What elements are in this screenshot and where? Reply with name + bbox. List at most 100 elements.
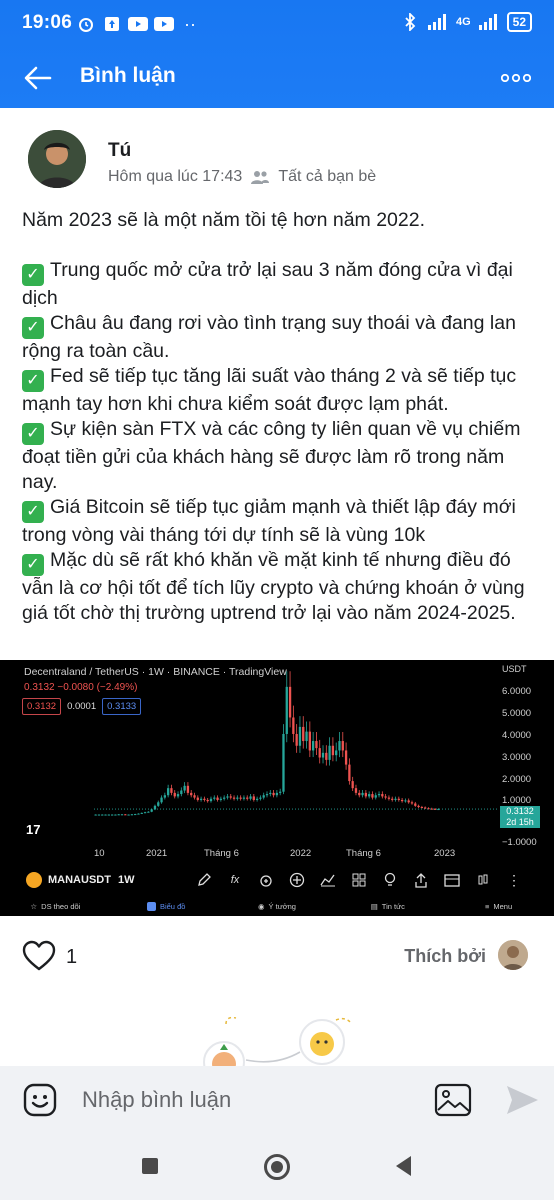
tradingview-logo-icon: 17: [26, 822, 40, 837]
candle-body: [315, 741, 318, 749]
chart-nav-menu[interactable]: ≡ Menu: [443, 896, 554, 916]
grid-icon[interactable]: [349, 870, 369, 890]
candle-body: [140, 812, 143, 814]
author-name[interactable]: Tú: [108, 140, 131, 162]
post-point: ✓ Giá Bitcoin sẽ tiếp tục giảm mạnh và th…: [22, 496, 516, 546]
candle-body: [107, 814, 110, 816]
candle-body: [374, 795, 377, 798]
home-button[interactable]: [264, 1154, 290, 1180]
check-icon: ✓: [22, 554, 44, 576]
emoji-icon[interactable]: [22, 1082, 58, 1118]
author-avatar[interactable]: [28, 130, 86, 188]
candle-body: [239, 797, 242, 799]
chart-nav-chart[interactable]: Biểu đồ: [111, 896, 222, 916]
post-point: ✓ Fed sẽ tiếp tục tăng lãi suất vào tháng…: [22, 365, 517, 415]
candle-body: [219, 798, 223, 800]
send-icon[interactable]: [504, 1082, 540, 1118]
chart-symbol[interactable]: MANAUSDT: [48, 874, 111, 886]
share-icon[interactable]: [411, 870, 431, 890]
chart-plot: 17: [26, 671, 498, 837]
y-tick: 4.0000: [502, 730, 532, 741]
status-time: 19:06: [22, 12, 73, 33]
candle-body: [338, 741, 341, 751]
chart-interval[interactable]: 1W: [118, 874, 135, 886]
candle-body: [193, 795, 196, 798]
candle-body: [206, 799, 209, 802]
candle-icon[interactable]: [473, 870, 493, 890]
menu-icon: ≡: [485, 901, 490, 911]
candle-body: [134, 814, 137, 816]
reaction-row: 1 Thích bởi: [0, 926, 554, 988]
like-count[interactable]: 1: [66, 946, 77, 969]
candle-body: [420, 807, 424, 809]
candle-body: [259, 797, 262, 799]
candle-body: [242, 797, 246, 799]
post-time: Hôm qua lúc 17:43: [108, 168, 243, 185]
candle-body: [190, 792, 193, 796]
candle-body: [381, 794, 384, 797]
status-left-icons: ··: [76, 14, 200, 34]
heart-icon[interactable]: [22, 940, 56, 972]
candle-body: [166, 788, 170, 796]
candle-body: [170, 788, 173, 793]
check-icon: ✓: [22, 264, 44, 286]
more-options-button[interactable]: [496, 58, 536, 98]
candle-body: [351, 781, 354, 789]
post-audience: Tất cả bạn bè: [278, 168, 377, 185]
more-vertical-icon[interactable]: ⋮: [504, 870, 524, 890]
candle-body: [114, 814, 117, 816]
liker-avatar[interactable]: [498, 940, 528, 970]
candle-body: [236, 797, 239, 799]
candle-body: [394, 798, 397, 800]
comment-bar: [0, 1066, 554, 1134]
check-icon: ✓: [22, 423, 44, 445]
lightbulb-icon[interactable]: [380, 870, 400, 890]
candle-body: [183, 785, 186, 791]
x-tick: 10: [94, 848, 105, 859]
fx-icon[interactable]: fx: [225, 870, 245, 890]
chart-nav-watchlist[interactable]: ☆ DS theo dõi: [0, 896, 111, 916]
post-point: ✓ Châu âu đang rơi vào tình trạng suy tho…: [22, 312, 516, 362]
post-image-chart[interactable]: Decentraland / TetherUS · 1W · BINANCE ·…: [0, 660, 554, 916]
candle-body: [160, 797, 163, 803]
candle-body: [433, 808, 437, 810]
candle-body: [410, 802, 414, 804]
alarm-plus-icon[interactable]: [256, 870, 276, 890]
candle-body: [325, 752, 328, 760]
chart-nav-ideas[interactable]: ◉ Ý tưởng: [222, 896, 333, 916]
recents-button[interactable]: [142, 1158, 158, 1174]
pencil-icon[interactable]: [194, 870, 214, 890]
chart-nav-news[interactable]: ▤ Tin tức: [332, 896, 443, 916]
system-back-button[interactable]: [396, 1156, 411, 1176]
candle-body: [288, 686, 292, 718]
candle-body: [265, 794, 269, 796]
comment-input[interactable]: [82, 1084, 412, 1116]
candle-body: [344, 750, 348, 765]
candle-body: [137, 813, 140, 815]
chart-type-icon[interactable]: [318, 870, 338, 890]
candle-body: [367, 794, 371, 797]
post-point: ✓ Trung quốc mở cửa trở lại sau 3 năm đón…: [22, 259, 513, 309]
candle-body: [400, 799, 404, 802]
candle-body: [377, 794, 381, 796]
check-icon: ✓: [22, 317, 44, 339]
candle-body: [384, 796, 387, 798]
photo-icon[interactable]: [434, 1082, 472, 1118]
plus-circle-icon[interactable]: [287, 870, 307, 890]
candle-body: [269, 792, 272, 795]
chart-bottom-nav: ☆ DS theo dõi Biểu đồ ◉ Ý tưởng ▤ Tin tức ≡…: [0, 896, 554, 916]
candle-body: [147, 811, 150, 813]
candle-body: [249, 796, 252, 799]
chart-x-axis: 10 2021 Tháng 6 2022 Tháng 6 2023: [0, 846, 498, 860]
liked-by-label[interactable]: Thích bởi: [404, 946, 486, 967]
back-button[interactable]: [18, 58, 58, 98]
upload-icon: [102, 14, 122, 34]
check-icon: ✓: [22, 370, 44, 392]
candle-body: [199, 798, 203, 800]
calendar-icon[interactable]: [442, 870, 462, 890]
check-icon: ✓: [22, 501, 44, 523]
mana-logo-icon: [26, 872, 42, 888]
candle-body: [308, 731, 311, 751]
candle-body: [229, 796, 232, 798]
post-body: Năm 2023 sẽ là một năm tồi tệ hơn năm 20…: [22, 208, 534, 626]
